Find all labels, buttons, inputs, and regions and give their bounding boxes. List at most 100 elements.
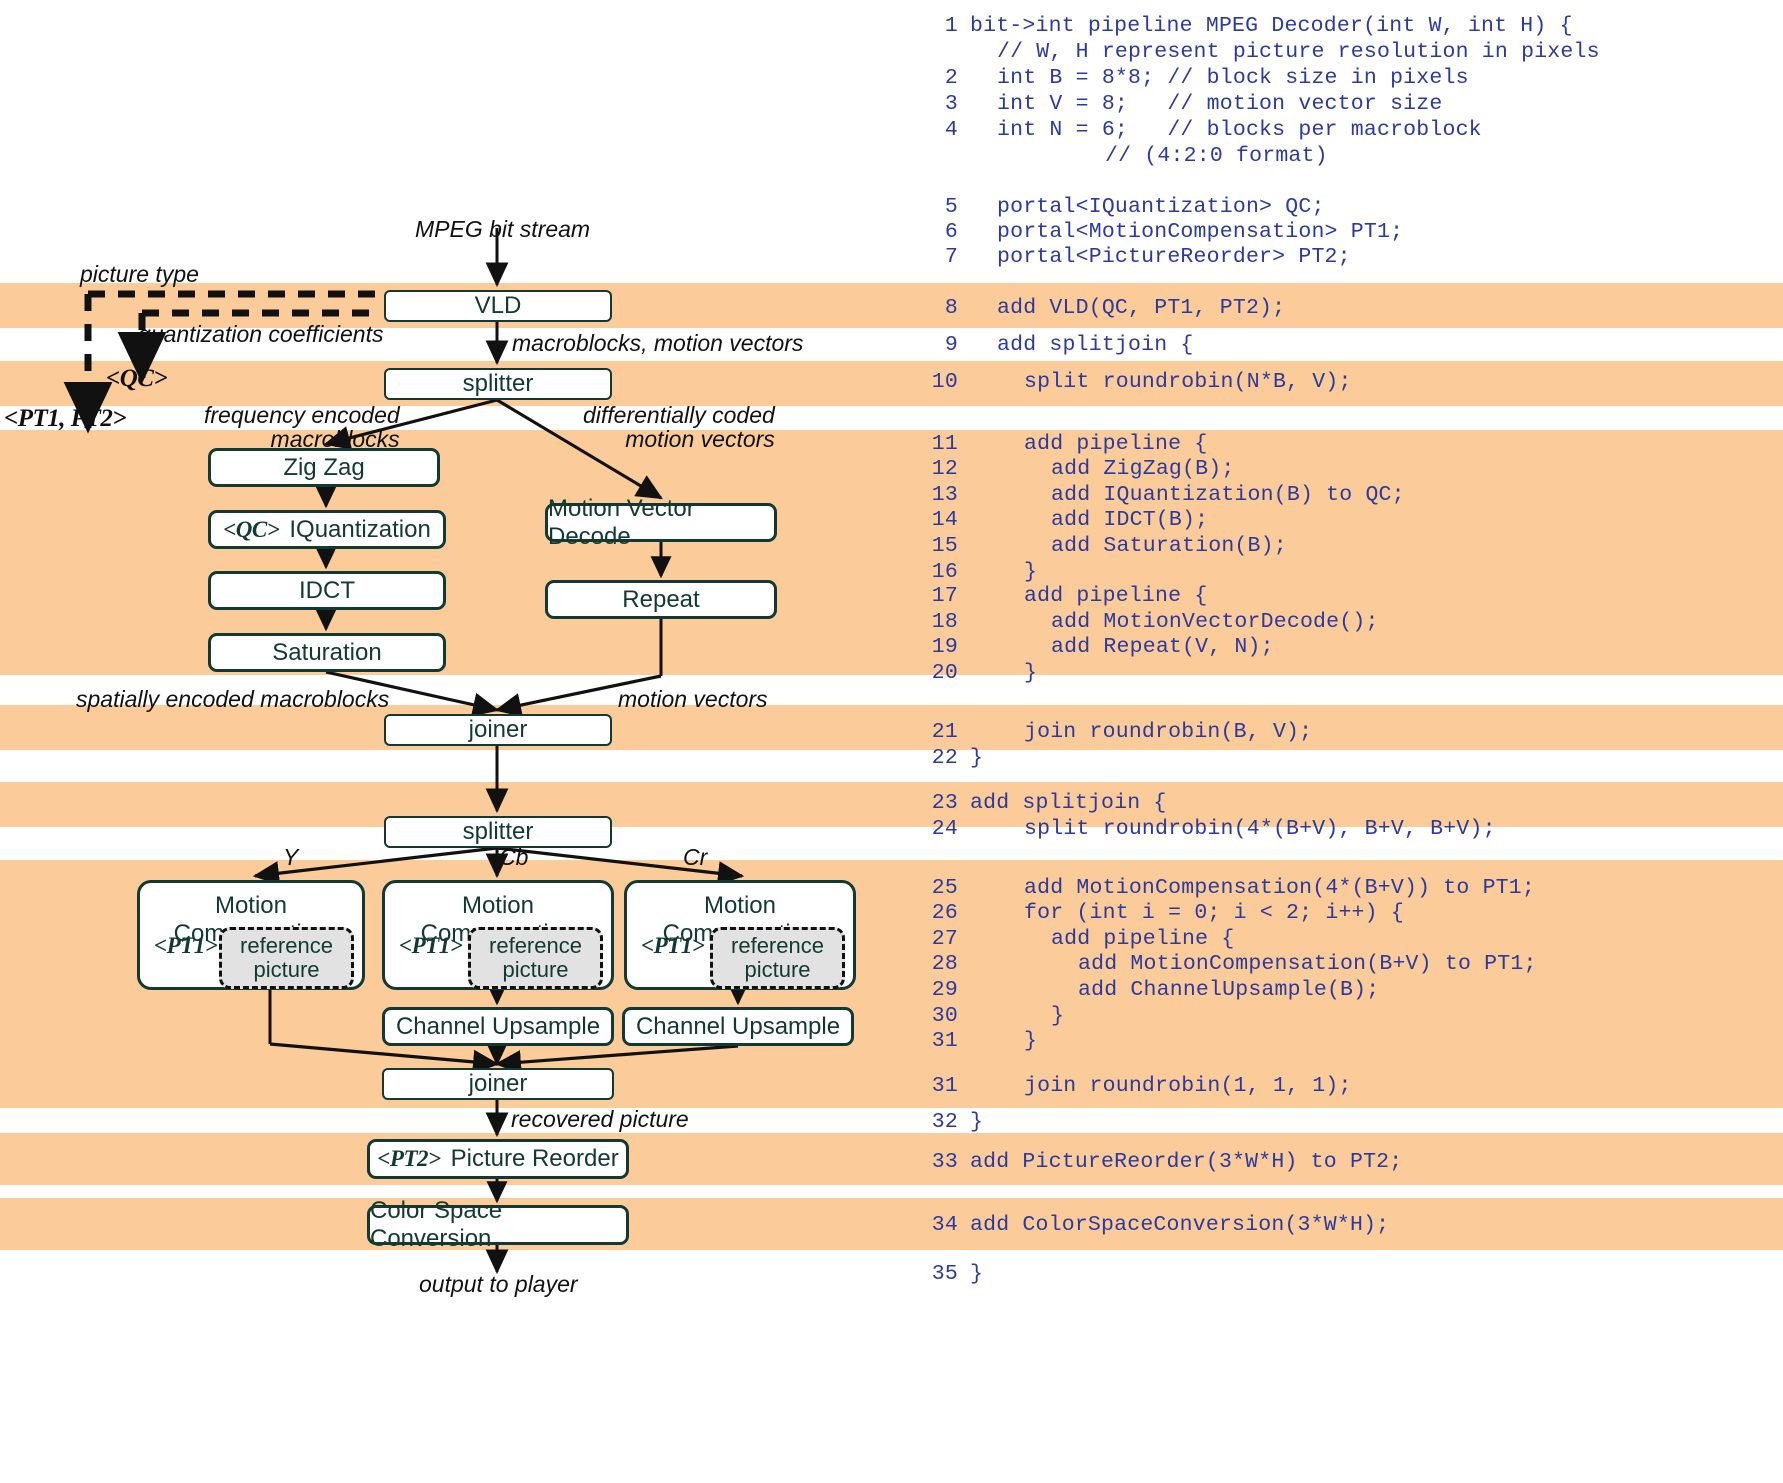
code-line: 4 int N = 6; // blocks per macroblock <box>916 118 1482 142</box>
diagram-box-upsample2: Channel Upsample <box>382 1007 614 1046</box>
reference-picture-line2: picture <box>502 957 569 982</box>
reference-picture-state: reference picture <box>710 927 845 989</box>
code-line-number: 31 <box>931 1074 958 1098</box>
code-line-number: 32 <box>931 1110 958 1134</box>
code-line-number: 27 <box>931 927 958 951</box>
diagram-box-label: joiner <box>468 716 528 743</box>
diagram-box-label: Channel Upsample <box>395 1012 601 1040</box>
code-line-text: portal<IQuantization> QC; <box>997 195 1325 219</box>
code-line: 26 for (int i = 0; i < 2; i++) { <box>916 901 1404 925</box>
code-line-number: 19 <box>931 635 958 659</box>
edge-label-diff-coded-mv: differentially coded motion vectors <box>583 402 775 453</box>
reference-picture-line2: picture <box>744 957 811 982</box>
diagram-box-vld: VLD <box>384 290 612 322</box>
diagram-box-label: Repeat <box>622 585 700 613</box>
code-line-number: 22 <box>931 746 958 770</box>
code-line: 34 add ColorSpaceConversion(3*W*H); <box>916 1213 1389 1237</box>
code-line: 16} <box>916 560 1037 584</box>
code-line-text: add splitjoin { <box>997 333 1194 357</box>
code-line: 25 add MotionCompensation(4*(B+V)) to PT1… <box>916 876 1535 900</box>
reference-picture-line1: reference <box>240 933 333 959</box>
code-line-number: 6 <box>944 220 958 244</box>
diagram-box-iquant: <QC> IQuantization <box>208 510 446 549</box>
diagram-box-label: Picture Reorder <box>450 1145 619 1172</box>
code-line: 31} <box>916 1029 1037 1053</box>
diagram-box-label: Color Space Conversion <box>370 1197 503 1252</box>
diagram-box-label: Saturation <box>272 638 382 666</box>
code-line-number: 24 <box>931 817 958 841</box>
portal-tag: <QC> <box>223 516 280 542</box>
diagram-box-label: Zig Zag <box>283 453 365 481</box>
reference-picture-state: reference picture <box>468 927 603 989</box>
code-line-number: 16 <box>931 560 958 584</box>
code-line-text: add ChannelUpsample(B); <box>1078 978 1380 1002</box>
code-line-text: int V = 8; // motion vector size <box>997 92 1443 116</box>
code-line-number: 23 <box>931 791 958 815</box>
code-line: 21 join roundrobin(B, V); <box>916 720 1312 744</box>
code-line-text: add MotionCompensation(4*(B+V)) to PT1; <box>1024 876 1535 900</box>
code-line-text: } <box>970 1110 984 1134</box>
code-line-number: 20 <box>931 661 958 685</box>
code-line-text: add splitjoin { <box>970 791 1167 815</box>
diagram-box-label: splitter <box>462 818 534 845</box>
code-line: 1 bit->int pipeline MPEG Decoder(int W, i… <box>916 14 1573 38</box>
code-line-number: 5 <box>944 195 958 219</box>
code-line-number: 12 <box>931 457 958 481</box>
code-line: 5 portal<IQuantization> QC; <box>916 195 1325 219</box>
portal-label-qc-portal: <QC> <box>106 365 168 392</box>
diagram-box-splitter2: splitter <box>384 816 612 848</box>
code-line: 35} <box>916 1262 983 1286</box>
code-line: 13 add IQuantization(B) to QC; <box>916 483 1405 507</box>
code-line-text: split roundrobin(4*(B+V), B+V, B+V); <box>1024 817 1496 841</box>
code-line: 32} <box>916 1110 983 1134</box>
diagram-box-label: joiner <box>468 1070 528 1097</box>
code-line: 11 add pipeline { <box>916 432 1207 456</box>
code-line-text: int B = 8*8; // block size in pixels <box>997 66 1469 90</box>
code-line-text: add Repeat(V, N); <box>1051 635 1274 659</box>
code-line-number: 33 <box>931 1150 958 1174</box>
code-line-number: 31 <box>931 1029 958 1053</box>
code-line-text: add pipeline { <box>1024 584 1208 608</box>
diagram-box-upsample3: Channel Upsample <box>622 1007 854 1046</box>
code-line: 29 add ChannelUpsample(B); <box>916 978 1379 1002</box>
code-line: 31 join roundrobin(1, 1, 1); <box>916 1074 1352 1098</box>
reference-picture-state: reference picture <box>219 927 354 989</box>
portal-label-pt-portal: <PT1, PT2> <box>4 405 127 432</box>
code-line-text: } <box>1024 661 1038 685</box>
reference-picture-line1: reference <box>731 933 824 959</box>
diagram-box-label: IDCT <box>299 576 355 604</box>
diagram-box-zigzag: Zig Zag <box>208 448 440 487</box>
edge-label-label-y: Y <box>283 844 299 870</box>
code-line-text: add Saturation(B); <box>1051 534 1287 558</box>
code-line-number: 14 <box>931 508 958 532</box>
code-line-text: add MotionVectorDecode(); <box>1051 610 1379 634</box>
code-line: 3 int V = 8; // motion vector size <box>916 92 1442 116</box>
diagram-box-label: splitter <box>462 370 534 397</box>
code-line-number: 13 <box>931 483 958 507</box>
diagram-box-label: VLD <box>474 292 522 319</box>
code-line: 8 add VLD(QC, PT1, PT2); <box>916 296 1285 320</box>
portal-tag: <PT1> <box>641 933 705 958</box>
highlight-band <box>0 1133 1783 1185</box>
code-line-text: int N = 6; // blocks per macroblock <box>997 118 1482 142</box>
code-line: 6 portal<MotionCompensation> PT1; <box>916 220 1403 244</box>
code-line-number: 9 <box>944 333 958 357</box>
code-line: 14 add IDCT(B); <box>916 508 1208 532</box>
code-line-number: 34 <box>931 1213 958 1237</box>
code-line: 24 split roundrobin(4*(B+V), B+V, B+V); <box>916 817 1496 841</box>
diagram-box-joiner1: joiner <box>384 714 612 746</box>
reference-picture-line1: reference <box>489 933 582 959</box>
code-line-text: add PictureReorder(3*W*H) to PT2; <box>970 1150 1403 1174</box>
edge-label-label-cr: Cr <box>683 844 708 870</box>
code-line-text: portal<MotionCompensation> PT1; <box>997 220 1404 244</box>
code-line-text: portal<PictureReorder> PT2; <box>997 245 1351 269</box>
code-line-text: add pipeline { <box>1051 927 1235 951</box>
highlight-band <box>0 1198 1783 1250</box>
code-line-text: join roundrobin(B, V); <box>1024 720 1313 744</box>
code-line-number: 18 <box>931 610 958 634</box>
diagram-box-repeat: Repeat <box>545 580 777 619</box>
code-line-number: 28 <box>931 952 958 976</box>
code-line: 9 add splitjoin { <box>916 333 1194 357</box>
diagram-box-mvd: Motion Vector Decode <box>545 495 777 550</box>
mc-cb: Motion Compensation<PT1>referencepicture <box>382 880 614 990</box>
